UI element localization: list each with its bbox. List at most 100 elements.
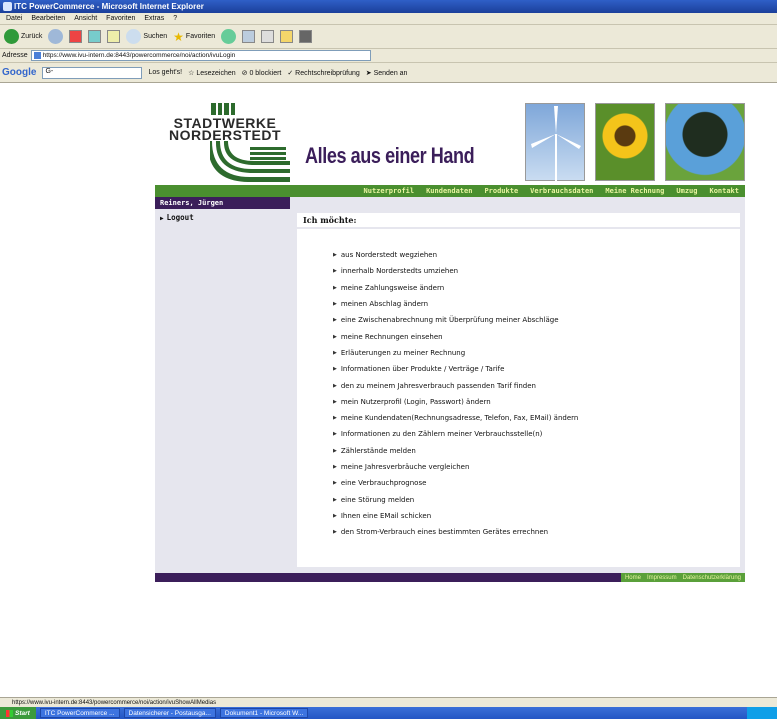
bookmarks-label: Lesezeichen xyxy=(196,69,236,77)
arrow-right-icon: ▶ xyxy=(333,284,337,291)
wind-turbine-icon xyxy=(531,106,581,182)
option-item[interactable]: ▶ eine Störung melden xyxy=(333,491,740,507)
google-search-input[interactable]: G- xyxy=(42,66,143,79)
start-label: Start xyxy=(15,709,30,717)
arrow-right-icon: ▶ xyxy=(333,252,337,259)
option-item[interactable]: ▶ Ihnen eine EMail schicken xyxy=(333,508,740,524)
nav-kundendaten[interactable]: Kundendaten xyxy=(426,187,472,195)
footer-links: Home Impressum Datenschutzerklärung xyxy=(620,573,745,582)
popup-blocker-button[interactable]: ⊘ 0 blockiert xyxy=(242,69,282,77)
menu-help[interactable]: ? xyxy=(173,13,177,24)
option-item[interactable]: ▶ Informationen zu den Zählern meiner Ver… xyxy=(333,426,740,442)
google-toolbar: Google G- Los geht's! ☆ Lesezeichen ⊘ 0 … xyxy=(0,63,777,83)
favorites-button[interactable]: ★ Favoriten xyxy=(173,30,215,44)
ie-icon xyxy=(3,2,12,11)
menu-tools[interactable]: Extras xyxy=(144,13,164,24)
arrow-right-icon: ▶ xyxy=(333,301,337,308)
address-input[interactable]: https://www.ivu-intern.de:8443/powercomm… xyxy=(30,50,371,61)
footer-privacy-link[interactable]: Datenschutzerklärung xyxy=(683,575,741,581)
forward-arrow-icon[interactable] xyxy=(48,29,64,44)
window-title: ITC PowerCommerce - Microsoft Internet E… xyxy=(14,2,204,11)
footer-impressum-link[interactable]: Impressum xyxy=(647,575,677,581)
menu-view[interactable]: Ansicht xyxy=(74,13,97,24)
option-label: Zählerstände melden xyxy=(340,446,416,455)
footer-home-link[interactable]: Home xyxy=(625,575,641,581)
send-to-button[interactable]: ➤ Senden an xyxy=(366,69,408,77)
main-nav: Nutzerprofil Kundendaten Produkte Verbra… xyxy=(155,185,745,197)
arrow-right-icon: ▶ xyxy=(333,512,337,519)
option-item[interactable]: ▶ meine Rechnungen einsehen xyxy=(333,328,740,344)
option-label: meine Zahlungsweise ändern xyxy=(340,283,445,292)
star-icon: ★ xyxy=(173,29,184,44)
option-label: eine Zwischenabrechnung mit Überprüfung … xyxy=(340,316,559,325)
window-title-bar: ITC PowerCommerce - Microsoft Internet E… xyxy=(0,0,777,13)
option-item[interactable]: ▶ meine Kundendaten(Rechnungsadresse, Tel… xyxy=(333,410,740,426)
nav-verbrauchsdaten[interactable]: Verbrauchsdaten xyxy=(530,187,593,195)
home-icon[interactable] xyxy=(107,30,121,43)
history-icon[interactable] xyxy=(221,29,237,44)
option-item[interactable]: ▶ den zu meinem Jahresverbrauch passenden… xyxy=(333,377,740,393)
option-item[interactable]: ▶ aus Norderstedt wegziehen xyxy=(333,247,740,263)
option-item[interactable]: ▶ meine Jahresverbräuche vergleichen xyxy=(333,459,740,475)
option-item[interactable]: ▶ Erläuterungen zu meiner Rechnung xyxy=(333,345,740,361)
option-item[interactable]: ▶ den Strom-Verbrauch eines bestimmten Ge… xyxy=(333,524,740,540)
menu-file[interactable]: Datei xyxy=(6,13,22,24)
spellcheck-button[interactable]: ✓ Rechtschreibprüfung xyxy=(287,69,359,77)
favorites-label: Favoriten xyxy=(185,33,216,40)
option-label: meine Kundendaten(Rechnungsadresse, Tele… xyxy=(340,414,579,423)
arrow-right-icon: ▶ xyxy=(333,480,337,487)
option-list: ▶ aus Norderstedt wegziehen ▶ innerhalb No… xyxy=(297,229,740,567)
menu-bar: Datei Bearbeiten Ansicht Favoriten Extra… xyxy=(0,13,777,25)
system-tray[interactable] xyxy=(747,707,777,719)
option-item[interactable]: ▶ Informationen über Produkte / Verträge … xyxy=(333,361,740,377)
arrow-right-icon: ▶ xyxy=(333,268,337,275)
nav-umzug[interactable]: Umzug xyxy=(676,187,697,195)
refresh-icon[interactable] xyxy=(88,30,102,43)
option-item[interactable]: ▶ meine Zahlungsweise ändern xyxy=(333,280,740,296)
folder-icon[interactable] xyxy=(280,30,294,43)
option-item[interactable]: ▶ eine Zwischenabrechnung mit Überprüfung… xyxy=(333,312,740,328)
google-logo: Google xyxy=(2,67,37,78)
status-url: https://www.ivu-intern.de:8443/powercomm… xyxy=(12,700,217,706)
messenger-icon[interactable] xyxy=(299,30,313,43)
stop-icon[interactable] xyxy=(69,30,83,43)
arrow-right-icon: ▶ xyxy=(333,333,337,340)
option-item[interactable]: ▶ innerhalb Norderstedts umziehen xyxy=(333,263,740,279)
option-item[interactable]: ▶ eine Verbrauchprognose xyxy=(333,475,740,491)
nav-produkte[interactable]: Produkte xyxy=(484,187,518,195)
print-icon[interactable] xyxy=(261,30,275,43)
menu-edit[interactable]: Bearbeiten xyxy=(31,13,65,24)
menu-favorites[interactable]: Favoriten xyxy=(106,13,135,24)
mail-icon[interactable] xyxy=(242,30,256,43)
taskbar-item-datensicherer[interactable]: Datensicherer - Postausga... xyxy=(123,708,216,718)
slogan: Alles aus einer Hand xyxy=(305,143,475,168)
option-label: Ihnen eine EMail schicken xyxy=(340,511,432,520)
taskbar-item-word[interactable]: Dokument1 - Microsoft W... xyxy=(219,708,309,718)
start-button[interactable]: Start xyxy=(0,707,36,719)
back-arrow-icon xyxy=(4,29,19,44)
logout-link[interactable]: ▶ Logout xyxy=(155,213,290,222)
search-button[interactable]: Suchen xyxy=(126,29,167,44)
back-label: Zurück xyxy=(21,33,43,40)
page-header: STADTWERKE NORDERSTEDT Alles aus einer H… xyxy=(155,103,745,188)
user-name: Reiners, Jürgen xyxy=(155,197,290,209)
taskbar-item-ie[interactable]: ITC PowerCommerce ... xyxy=(39,708,120,718)
option-label: meinen Abschlag ändern xyxy=(340,300,429,309)
arrow-right-icon: ▶ xyxy=(333,447,337,454)
logout-label: Logout xyxy=(166,213,194,222)
option-item[interactable]: ▶ mein Nutzerprofil (Login, Passwort) änd… xyxy=(333,394,740,410)
stadtwerke-logo[interactable]: STADTWERKE NORDERSTEDT xyxy=(155,103,295,183)
option-item[interactable]: ▶ Zählerstände melden xyxy=(333,443,740,459)
google-go-button[interactable]: Los geht's! xyxy=(148,69,182,76)
nav-meine-rechnung[interactable]: Meine Rechnung xyxy=(605,187,664,195)
option-label: den zu meinem Jahresverbrauch passenden … xyxy=(340,381,536,390)
search-label: Suchen xyxy=(143,33,168,40)
back-button[interactable]: Zurück xyxy=(4,29,42,44)
address-bar: Adresse https://www.ivu-intern.de:8443/p… xyxy=(0,49,777,63)
nav-nutzerprofil[interactable]: Nutzerprofil xyxy=(364,187,415,195)
arrow-right-icon: ▶ xyxy=(333,431,337,438)
nav-kontakt[interactable]: Kontakt xyxy=(709,187,739,195)
option-item[interactable]: ▶ meinen Abschlag ändern xyxy=(333,296,740,312)
bookmarks-button[interactable]: ☆ Lesezeichen xyxy=(188,69,236,77)
option-label: Informationen über Produkte / Verträge /… xyxy=(340,365,505,374)
